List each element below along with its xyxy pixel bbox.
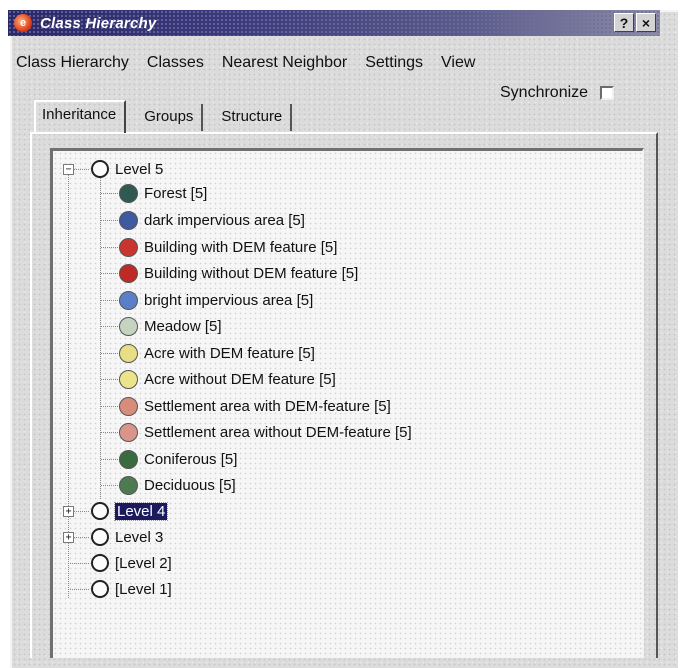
class-label: Coniferous [5] (144, 450, 238, 468)
expand-level4-toggle[interactable]: + (63, 506, 74, 517)
tree-node-label: [Level 2] (115, 554, 172, 572)
class-color-icon (119, 475, 138, 495)
class-node-dark-impervious-area[interactable]: dark impervious area [5] (119, 209, 305, 231)
tree-node-level4[interactable]: Level 4 (91, 500, 169, 522)
help-button[interactable]: ? (614, 13, 634, 32)
tree-node-level5[interactable]: Level 5 (91, 158, 163, 180)
class-label: dark impervious area [5] (144, 211, 305, 229)
class-label: Settlement area with DEM-feature [5] (144, 397, 391, 415)
tree-node-level1[interactable]: [Level 1] (91, 578, 172, 600)
tree-connector (101, 459, 119, 460)
tab-structure[interactable]: Structure (213, 104, 293, 131)
class-node-building-with-dem[interactable]: Building with DEM feature [5] (119, 236, 337, 258)
level-circle-icon (91, 502, 109, 520)
class-color-icon (119, 263, 138, 283)
level-circle-icon (91, 528, 109, 546)
tree-connector (101, 247, 119, 248)
title-bar[interactable]: e Class Hierarchy ? × (8, 10, 660, 36)
tree-node-label: Level 5 (115, 160, 164, 178)
menu-view[interactable]: View (441, 54, 475, 72)
tree-connector (68, 589, 90, 590)
menu-classes[interactable]: Classes (147, 54, 204, 72)
class-label: Building without DEM feature [5] (144, 264, 359, 282)
tree-node-label: [Level 1] (115, 580, 172, 598)
class-node-settlement-with-dem[interactable]: Settlement area with DEM-feature [5] (119, 395, 391, 417)
class-node-deciduous[interactable]: Deciduous [5] (119, 474, 236, 496)
menu-settings[interactable]: Settings (365, 54, 423, 72)
tab-inheritance[interactable]: Inheritance (34, 100, 127, 133)
class-label: Acre without DEM feature [5] (144, 370, 336, 388)
class-color-icon (119, 183, 138, 203)
menu-class-hierarchy[interactable]: Class Hierarchy (16, 54, 129, 72)
class-label: Forest [5] (144, 184, 208, 202)
tree-node-label: Level 3 (115, 528, 164, 546)
class-node-meadow[interactable]: Meadow [5] (119, 315, 222, 337)
tree-connector (101, 300, 119, 301)
tree-connector (101, 326, 119, 327)
collapse-level5-toggle[interactable]: − (63, 164, 74, 175)
tree-node-label: Level 4 (113, 501, 169, 521)
class-node-settlement-without-dem[interactable]: Settlement area without DEM-feature [5] (119, 421, 412, 443)
tree-connector (74, 537, 90, 538)
synchronize-label: Synchronize (500, 84, 589, 101)
tree-connector (101, 432, 119, 433)
class-color-icon (119, 316, 138, 336)
tree-connector (101, 379, 119, 380)
class-node-acre-with-dem[interactable]: Acre with DEM feature [5] (119, 342, 315, 364)
tree-connector (101, 406, 119, 407)
tree-connector (101, 273, 119, 274)
class-label: bright impervious area [5] (144, 291, 314, 309)
level-circle-icon (91, 160, 109, 178)
close-button[interactable]: × (636, 13, 656, 32)
class-color-icon (119, 396, 138, 416)
class-label: Deciduous [5] (144, 476, 236, 494)
tree-connector (101, 485, 119, 486)
tree-connector (68, 563, 90, 564)
tree-node-level3[interactable]: Level 3 (91, 526, 163, 548)
class-label: Building with DEM feature [5] (144, 238, 338, 256)
synchronize-option: Synchronize (500, 84, 615, 102)
menu-bar: Class Hierarchy Classes Nearest Neighbor… (16, 54, 493, 72)
tab-groups[interactable]: Groups (136, 104, 204, 131)
synchronize-checkbox[interactable] (600, 86, 615, 100)
level-circle-icon (91, 580, 109, 598)
class-node-building-without-dem[interactable]: Building without DEM feature [5] (119, 262, 358, 284)
class-node-acre-without-dem[interactable]: Acre without DEM feature [5] (119, 368, 336, 390)
class-node-coniferous[interactable]: Coniferous [5] (119, 448, 237, 470)
class-color-icon (119, 449, 138, 469)
tree-node-level2[interactable]: [Level 2] (91, 552, 172, 574)
menu-nearest-neighbor[interactable]: Nearest Neighbor (222, 54, 347, 72)
class-tree-view[interactable]: − Level 5 Forest [5] dark impervious are… (50, 148, 644, 658)
tree-connector (101, 193, 119, 194)
class-node-forest[interactable]: Forest [5] (119, 182, 207, 204)
class-color-icon (119, 369, 138, 389)
window-title: Class Hierarchy (40, 14, 157, 32)
tree-connector (74, 511, 90, 512)
class-node-bright-impervious-area[interactable]: bright impervious area [5] (119, 289, 313, 311)
class-color-icon (119, 343, 138, 363)
class-label: Meadow [5] (144, 317, 222, 335)
class-label: Acre with DEM feature [5] (144, 344, 315, 362)
class-color-icon (119, 237, 138, 257)
class-color-icon (119, 210, 138, 230)
level-circle-icon (91, 554, 109, 572)
tab-strip: Inheritance Groups Structure (34, 100, 302, 133)
tree-connector (74, 169, 90, 170)
class-color-icon (119, 290, 138, 310)
class-label: Settlement area without DEM-feature [5] (144, 423, 412, 441)
tree-connector (100, 176, 101, 500)
tree-connector (101, 353, 119, 354)
class-color-icon (119, 422, 138, 442)
app-icon: e (14, 14, 32, 32)
tree-connector (101, 220, 119, 221)
expand-level3-toggle[interactable]: + (63, 532, 74, 543)
